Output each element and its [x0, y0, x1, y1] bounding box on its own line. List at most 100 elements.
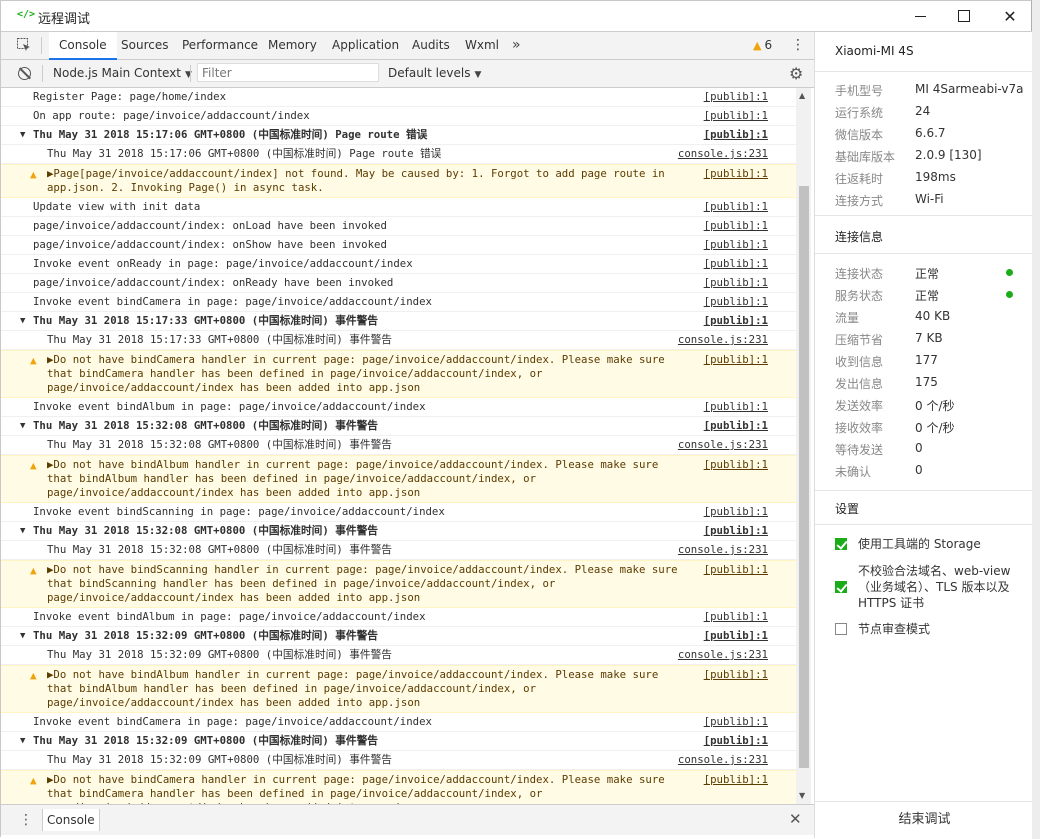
minimize-button[interactable]: [897, 1, 943, 31]
console-message: Thu May 31 2018 15:17:33 GMT+0800 (中国标准时…: [1, 331, 796, 350]
tab-memory[interactable]: Memory: [268, 32, 317, 59]
source-link[interactable]: [publib]:1: [704, 200, 768, 214]
tab-wxml[interactable]: Wxml: [465, 32, 499, 59]
source-link[interactable]: [publib]:1: [704, 629, 768, 643]
info-key: 发送效率: [835, 399, 884, 413]
console-scrollbar[interactable]: ▲ ▼: [796, 88, 811, 804]
console-warning[interactable]: ▲ ▶Page[page/invoice/addaccount/index] no…: [1, 164, 796, 198]
source-link[interactable]: console.js:231: [678, 438, 768, 452]
source-link[interactable]: [publib]:1: [704, 715, 768, 729]
tab-console[interactable]: Console: [49, 32, 117, 60]
source-link[interactable]: [publib]:1: [704, 276, 768, 290]
end-debug-button[interactable]: 结束调试: [815, 801, 1034, 838]
expand-triangle-icon[interactable]: ▼: [20, 524, 25, 538]
source-link[interactable]: [publib]:1: [704, 400, 768, 414]
source-link[interactable]: console.js:231: [678, 543, 768, 557]
console-output[interactable]: Register Page: page/home/index [publib]:1…: [1, 88, 796, 804]
info-value: Wi-Fi: [915, 192, 944, 206]
source-link[interactable]: [publib]:1: [704, 109, 768, 123]
source-link[interactable]: [publib]:1: [704, 128, 768, 142]
source-link[interactable]: [publib]:1: [704, 773, 768, 787]
source-link[interactable]: console.js:231: [678, 753, 768, 767]
console-group[interactable]: ▼ Thu May 31 2018 15:17:06 GMT+0800 (中国标准…: [1, 126, 796, 145]
expand-triangle-icon[interactable]: ▼: [20, 629, 25, 643]
close-drawer-icon[interactable]: ✕: [789, 810, 802, 828]
message-text: ▶Do not have bindCamera handler in curre…: [47, 773, 665, 804]
source-link[interactable]: [publib]:1: [704, 668, 768, 682]
console-warning[interactable]: ▲ ▶Do not have bindScanning handler in cu…: [1, 560, 796, 608]
expand-triangle-icon[interactable]: ▼: [20, 419, 25, 433]
info-key: 连接状态: [835, 267, 884, 281]
setting-label[interactable]: 节点审查模式: [858, 621, 1018, 637]
inspect-element-icon[interactable]: [17, 38, 31, 52]
console-group[interactable]: ▼ Thu May 31 2018 15:32:08 GMT+0800 (中国标准…: [1, 522, 796, 541]
source-link[interactable]: [publib]:1: [704, 734, 768, 748]
console-warning[interactable]: ▲ ▶Do not have bindCamera handler in curr…: [1, 350, 796, 398]
scrollbar-thumb[interactable]: [799, 186, 809, 768]
scroll-down-icon[interactable]: ▼: [799, 791, 805, 800]
source-link[interactable]: console.js:231: [678, 648, 768, 662]
source-link[interactable]: [publib]:1: [704, 458, 768, 472]
info-value: 正常: [915, 267, 940, 281]
log-levels-select[interactable]: Default levels ▼: [388, 66, 481, 80]
message-text: Invoke event bindScanning in page: page/…: [33, 505, 445, 518]
source-link[interactable]: [publib]:1: [704, 90, 768, 104]
info-value: 2.0.9 [130]: [915, 148, 982, 162]
console-group[interactable]: ▼ Thu May 31 2018 15:32:09 GMT+0800 (中国标准…: [1, 732, 796, 751]
setting-label[interactable]: 使用工具端的 Storage: [858, 536, 1018, 552]
more-tabs-icon[interactable]: »: [512, 32, 521, 59]
info-value: 175: [915, 375, 938, 389]
source-link[interactable]: console.js:231: [678, 333, 768, 347]
warning-icon: ▲: [30, 354, 37, 367]
gear-icon[interactable]: ⚙: [789, 64, 803, 83]
source-link[interactable]: [publib]:1: [704, 167, 768, 181]
devtools-menu-icon[interactable]: ⋮: [791, 37, 805, 55]
console-warning[interactable]: ▲ ▶Do not have bindAlbum handler in curre…: [1, 455, 796, 503]
tab-sources[interactable]: Sources: [121, 32, 168, 59]
source-link[interactable]: [publib]:1: [704, 295, 768, 309]
source-link[interactable]: [publib]:1: [704, 610, 768, 624]
filter-input[interactable]: [197, 63, 379, 82]
tab-audits[interactable]: Audits: [412, 32, 450, 59]
console-warning[interactable]: ▲ ▶Do not have bindCamera handler in curr…: [1, 770, 796, 804]
close-button[interactable]: ✕: [987, 1, 1033, 31]
divider: [815, 71, 1034, 72]
expand-triangle-icon[interactable]: ▼: [20, 734, 25, 748]
setting-checkbox[interactable]: [835, 623, 847, 635]
source-link[interactable]: [publib]:1: [704, 524, 768, 538]
setting-label[interactable]: 不校验合法域名、web-view（业务域名）、TLS 版本以及 HTTPS 证书: [858, 563, 1018, 611]
context-select[interactable]: Node.js Main Context ▼: [53, 66, 192, 80]
console-message: On app route: page/invoice/addaccount/in…: [1, 107, 796, 126]
scroll-up-icon[interactable]: ▲: [799, 91, 805, 100]
setting-checkbox[interactable]: [835, 581, 847, 593]
source-link[interactable]: [publib]:1: [704, 219, 768, 233]
clear-console-icon[interactable]: [18, 67, 31, 80]
info-value: 6.6.7: [915, 126, 946, 140]
console-group[interactable]: ▼ Thu May 31 2018 15:32:09 GMT+0800 (中国标准…: [1, 627, 796, 646]
source-link[interactable]: [publib]:1: [704, 419, 768, 433]
source-link[interactable]: [publib]:1: [704, 314, 768, 328]
expand-triangle-icon[interactable]: ▼: [20, 314, 25, 328]
divider: [815, 490, 1034, 491]
source-link[interactable]: [publib]:1: [704, 353, 768, 367]
source-link[interactable]: [publib]:1: [704, 238, 768, 252]
console-group[interactable]: ▼ Thu May 31 2018 15:17:33 GMT+0800 (中国标准…: [1, 312, 796, 331]
console-group[interactable]: ▼ Thu May 31 2018 15:32:08 GMT+0800 (中国标准…: [1, 417, 796, 436]
source-link[interactable]: [publib]:1: [704, 505, 768, 519]
message-text: Thu May 31 2018 15:32:08 GMT+0800 (中国标准时…: [33, 419, 378, 432]
expand-triangle-icon[interactable]: ▼: [20, 128, 25, 142]
source-link[interactable]: [publib]:1: [704, 563, 768, 577]
info-value: 0: [915, 463, 923, 477]
drawer-menu-icon[interactable]: ⋮: [19, 812, 33, 828]
source-link[interactable]: [publib]:1: [704, 257, 768, 271]
console-message: Invoke event onReady in page: page/invoi…: [1, 255, 796, 274]
console-message: page/invoice/addaccount/index: onShow ha…: [1, 236, 796, 255]
source-link[interactable]: console.js:231: [678, 147, 768, 161]
tab-application[interactable]: Application: [332, 32, 399, 59]
setting-checkbox[interactable]: [835, 538, 847, 550]
tab-performance[interactable]: Performance: [182, 32, 258, 59]
console-warning[interactable]: ▲ ▶Do not have bindAlbum handler in curre…: [1, 665, 796, 713]
warning-count-badge[interactable]: ▲ 6: [753, 38, 772, 52]
maximize-button[interactable]: [941, 1, 987, 31]
drawer-tab-console[interactable]: Console: [42, 809, 100, 831]
